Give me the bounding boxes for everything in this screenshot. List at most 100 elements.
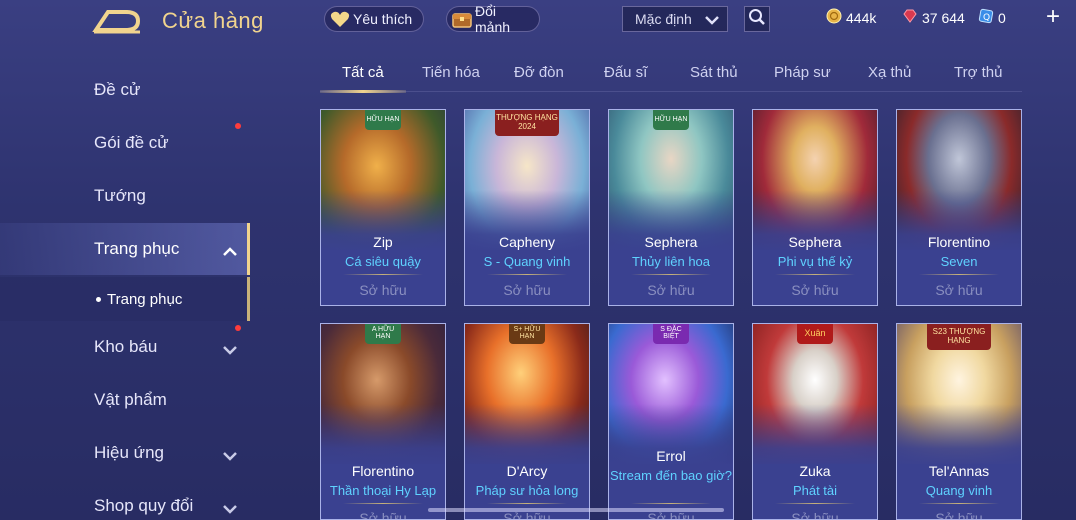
skin-card[interactable]: Xuân Zuka Phát tài Sở hữu <box>752 323 878 520</box>
ruby-amount: 37 644 <box>922 9 965 26</box>
hero-name: D'Arcy <box>506 463 548 479</box>
shard-exchange-button[interactable]: Đổi mảnh <box>446 3 540 35</box>
search-icon <box>748 8 766 31</box>
hero-name: Zuka <box>799 463 831 479</box>
skin-name: Quang vinh <box>925 483 993 498</box>
owned-status: Sở hữu <box>503 282 551 298</box>
gold-coin-icon <box>826 8 842 27</box>
voucher-amount: 0 <box>998 9 1006 26</box>
skin-card[interactable]: THƯỢNG HẠNG 2024 Capheny S - Quang vinh … <box>464 109 590 306</box>
tab-mage[interactable]: Pháp sư <box>774 64 831 81</box>
skin-card[interactable]: Florentino Seven Sở hữu <box>896 109 1022 306</box>
heart-icon <box>329 9 351 29</box>
top-bar: Cửa hàng Yêu thích Đổi mảnh Mặc định 444… <box>0 0 1076 40</box>
skin-card[interactable]: HỮU HẠN Sephera Thủy liên hoa Sở hữu <box>608 109 734 306</box>
divider <box>343 274 423 275</box>
tab-evolution[interactable]: Tiến hóa <box>422 64 480 81</box>
skin-card[interactable]: Sephera Phi vụ thế kỷ Sở hữu <box>752 109 878 306</box>
sidebar-subitem-label: Trang phục <box>107 290 183 308</box>
skin-card[interactable]: A HỮU HẠN Florentino Thần thoại Hy Lạp S… <box>320 323 446 520</box>
tab-fighter[interactable]: Đấu sĩ <box>604 64 647 81</box>
skin-name: Pháp sư hỏa long <box>475 483 579 498</box>
voucher-icon: Q <box>978 8 994 27</box>
search-button[interactable] <box>744 6 770 32</box>
favorites-button[interactable]: Yêu thích <box>324 6 424 32</box>
sidebar-item-label: Hiệu ứng <box>94 443 164 462</box>
sidebar-item-label: Kho báu <box>94 337 158 356</box>
chevron-down-icon <box>222 341 238 361</box>
tab-tank[interactable]: Đỡ đòn <box>514 64 564 81</box>
svg-text:Q: Q <box>983 13 990 23</box>
rarity-badge: THƯỢNG HẠNG 2024 <box>495 110 559 136</box>
skin-grid: HỮU HẠN Zip Cá siêu quậy Sở hữu THƯỢNG H… <box>320 109 1026 520</box>
chest-icon <box>451 9 473 29</box>
skin-name: Phát tài <box>792 483 838 498</box>
hero-name: Sephera <box>644 234 698 250</box>
hero-name: Sephera <box>788 234 842 250</box>
rarity-badge: S23 THƯỢNG HẠNG <box>927 324 991 350</box>
category-tabs: Tất cả Tiến hóa Đỡ đòn Đấu sĩ Sát thủ Ph… <box>320 60 1022 92</box>
scroll-indicator[interactable] <box>428 508 724 512</box>
chevron-down-icon <box>705 13 719 29</box>
sidebar-item-items[interactable]: Vật phẩm <box>0 374 250 426</box>
chevron-down-icon <box>222 447 238 467</box>
hero-name: Errol <box>656 448 686 464</box>
skin-name: S - Quang vinh <box>483 254 571 269</box>
voucher-balance: Q 0 <box>978 8 1006 27</box>
skin-card[interactable]: S23 THƯỢNG HẠNG Tel'Annas Quang vinh Sở … <box>896 323 1022 520</box>
tab-support[interactable]: Trợ thủ <box>954 64 1002 81</box>
sidebar-subitem-skins[interactable]: Trang phục <box>0 277 250 321</box>
rarity-badge: S+ HỮU HẠN <box>509 324 545 344</box>
sidebar-item-treasure[interactable]: Kho báu <box>0 321 250 373</box>
chevron-down-icon <box>222 500 238 520</box>
divider <box>919 274 999 275</box>
owned-status: Sở hữu <box>791 282 839 298</box>
sidebar-item-heroes[interactable]: Tướng <box>0 170 250 222</box>
back-icon[interactable] <box>92 8 144 36</box>
hero-name: Capheny <box>498 234 556 250</box>
sidebar-item-skins[interactable]: Trang phục <box>0 223 250 275</box>
skin-card[interactable]: HỮU HẠN Zip Cá siêu quậy Sở hữu <box>320 109 446 306</box>
owned-status: Sở hữu <box>359 510 407 520</box>
sidebar-item-label: Tướng <box>94 186 146 205</box>
sidebar-item-label: Shop quy đổi <box>94 496 194 515</box>
tab-all[interactable]: Tất cả <box>342 64 384 81</box>
skin-name: Cá siêu quậy <box>345 254 421 269</box>
sidebar-item-featured[interactable]: Đề cử <box>0 64 250 116</box>
skin-name: Thần thoại Hy Lạp <box>329 483 437 498</box>
hero-name: Tel'Annas <box>928 463 990 479</box>
divider <box>487 503 567 504</box>
rarity-badge: S ĐẶC BIỆT <box>653 324 689 344</box>
skin-card[interactable]: S+ HỮU HẠN D'Arcy Pháp sư hỏa long Sở hữ… <box>464 323 590 520</box>
sort-dropdown[interactable]: Mặc định <box>622 6 728 32</box>
skin-name: Thủy liên hoa <box>631 254 711 269</box>
gold-balance: 444k <box>826 8 876 27</box>
rarity-badge: Xuân <box>797 324 833 344</box>
skin-name: Seven <box>940 254 978 269</box>
notification-dot <box>235 123 241 129</box>
page-title: Cửa hàng <box>162 8 264 33</box>
sort-value: Mặc định <box>635 11 692 27</box>
skin-card[interactable]: S ĐẶC BIỆT Errol Stream đến bao giờ? Sở … <box>608 323 734 520</box>
owned-status: Sở hữu <box>935 282 983 298</box>
favorites-label: Yêu thích <box>353 11 413 27</box>
owned-status: Sở hữu <box>791 510 839 520</box>
ruby-balance: 37 644 <box>902 8 965 27</box>
tab-assassin[interactable]: Sát thủ <box>690 64 738 81</box>
sidebar-item-label: Gói đề cử <box>94 133 169 152</box>
divider <box>343 503 423 504</box>
hero-name: Florentino <box>927 234 991 250</box>
sidebar-item-exchange-shop[interactable]: Shop quy đổi <box>0 480 250 520</box>
notification-dot <box>235 325 241 331</box>
sidebar-item-label: Vật phẩm <box>94 390 167 409</box>
sidebar-item-featured-bundles[interactable]: Gói đề cử <box>0 117 250 169</box>
owned-status: Sở hữu <box>935 510 983 520</box>
divider <box>631 274 711 275</box>
skin-name: Stream đến bao giờ? <box>610 468 732 483</box>
tab-marksman[interactable]: Xạ thủ <box>868 64 911 81</box>
sidebar-item-effects[interactable]: Hiệu ứng <box>0 427 250 479</box>
add-currency-button[interactable]: + <box>1046 5 1060 29</box>
bullet-icon <box>96 296 101 302</box>
ruby-icon <box>902 8 918 27</box>
divider <box>775 503 855 504</box>
